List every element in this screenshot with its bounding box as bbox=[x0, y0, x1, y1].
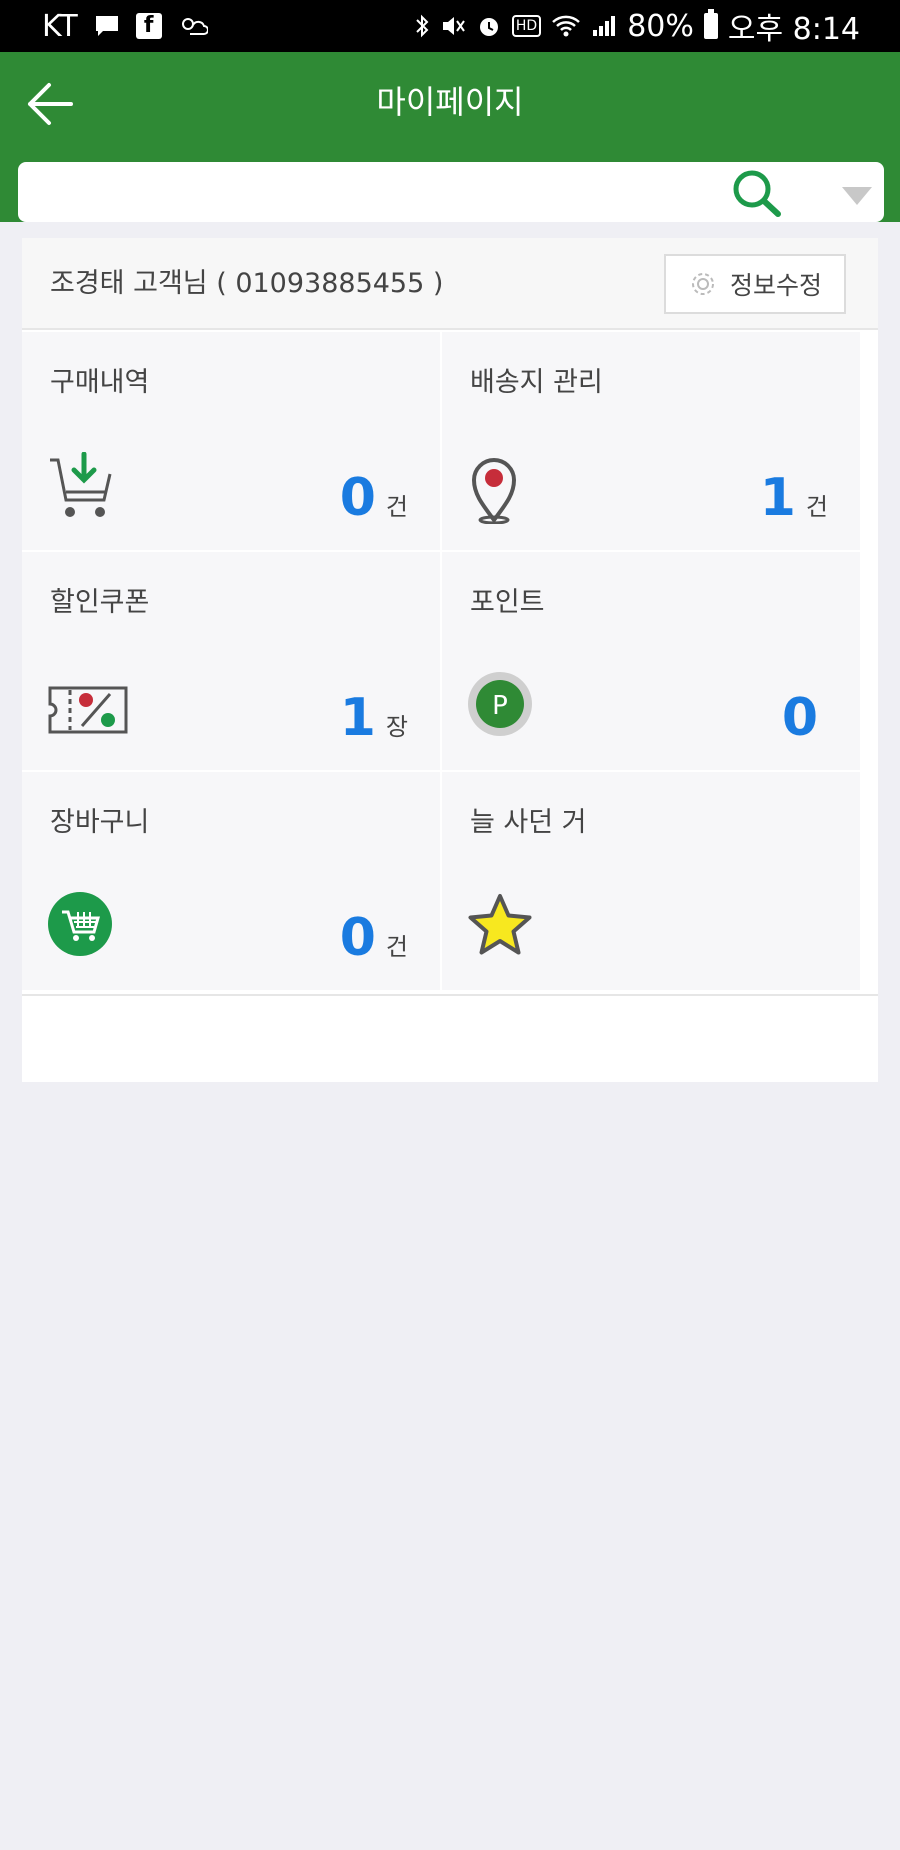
tile-label: 할인쿠폰 bbox=[50, 587, 150, 618]
count-number: 0 bbox=[339, 908, 376, 968]
tile-count: 0 건 bbox=[340, 908, 408, 968]
hd-icon: HD bbox=[511, 15, 542, 37]
status-right: HD 80% 오후 8:14 bbox=[414, 0, 860, 52]
tile-shipping-address[interactable]: 배송지 관리 1 건 bbox=[442, 332, 860, 550]
tile-discount-coupon[interactable]: 할인쿠폰 1 장 bbox=[22, 552, 440, 770]
panel-footer bbox=[22, 994, 878, 1082]
user-info-row: 조경태 고객님 ( 01093885455 ) 정보수정 bbox=[22, 238, 878, 330]
tile-points[interactable]: 포인트 P 0 bbox=[442, 552, 860, 770]
point-badge-icon: P bbox=[468, 672, 540, 744]
count-number: 0 bbox=[339, 468, 376, 528]
signal-icon bbox=[591, 14, 617, 38]
tile-label: 구매내역 bbox=[50, 367, 150, 398]
weather-icon bbox=[178, 14, 208, 38]
tile-count: 0 bbox=[782, 688, 828, 748]
tile-count: 0 건 bbox=[340, 468, 408, 528]
battery-percent: 80% bbox=[627, 8, 694, 44]
message-icon bbox=[94, 14, 120, 38]
facebook-icon: f bbox=[135, 13, 162, 39]
shopping-basket-icon bbox=[48, 892, 120, 964]
status-left: KT f bbox=[42, 0, 208, 52]
count-number: 0 bbox=[781, 688, 818, 748]
coupon-icon bbox=[48, 672, 128, 744]
count-unit: 건 bbox=[805, 493, 828, 521]
count-number: 1 bbox=[339, 688, 376, 748]
count-unit: 장 bbox=[385, 713, 408, 741]
page-title: 마이페이지 bbox=[376, 83, 524, 121]
app-header: 마이페이지 bbox=[0, 52, 900, 162]
count-unit: 건 bbox=[385, 493, 408, 521]
carrier-label: KT bbox=[42, 8, 78, 44]
tile-count: 1 장 bbox=[340, 688, 408, 748]
mute-icon bbox=[440, 13, 466, 39]
status-bar: KT f HD 80% 오후 8:14 bbox=[0, 0, 900, 52]
tile-usual-purchases[interactable]: 늘 사던 거 bbox=[442, 772, 860, 990]
tile-purchase-history[interactable]: 구매내역 0 건 bbox=[22, 332, 440, 550]
star-icon bbox=[468, 892, 540, 964]
mypage-panel: 조경태 고객님 ( 01093885455 ) 정보수정 구매내역 0 건 배송… bbox=[22, 238, 878, 1082]
bluetooth-icon bbox=[414, 13, 430, 39]
wifi-icon bbox=[551, 14, 581, 38]
edit-profile-button[interactable]: 정보수정 bbox=[664, 254, 846, 314]
search-icon[interactable] bbox=[730, 168, 786, 218]
user-greeting: 조경태 고객님 ( 01093885455 ) bbox=[50, 268, 444, 299]
search-input[interactable] bbox=[18, 162, 884, 222]
tile-label: 배송지 관리 bbox=[470, 367, 603, 398]
tile-label: 장바구니 bbox=[50, 807, 150, 838]
dropdown-triangle-icon[interactable] bbox=[840, 184, 874, 208]
location-pin-icon bbox=[468, 452, 540, 525]
edit-profile-label: 정보수정 bbox=[729, 271, 822, 300]
cart-download-icon bbox=[48, 451, 120, 524]
tile-label: 포인트 bbox=[470, 587, 545, 618]
tile-count: 1 건 bbox=[760, 468, 828, 528]
count-number: 1 bbox=[759, 468, 796, 528]
battery-icon bbox=[703, 9, 718, 39]
alarm-icon bbox=[476, 13, 502, 39]
count-unit: 건 bbox=[385, 933, 408, 961]
gear-icon bbox=[691, 273, 714, 295]
tile-shopping-cart[interactable]: 장바구니 0 건 bbox=[22, 772, 440, 990]
clock: 오후 8:14 bbox=[727, 12, 860, 47]
tile-label: 늘 사던 거 bbox=[470, 807, 587, 838]
svg-text:P: P bbox=[492, 691, 508, 721]
